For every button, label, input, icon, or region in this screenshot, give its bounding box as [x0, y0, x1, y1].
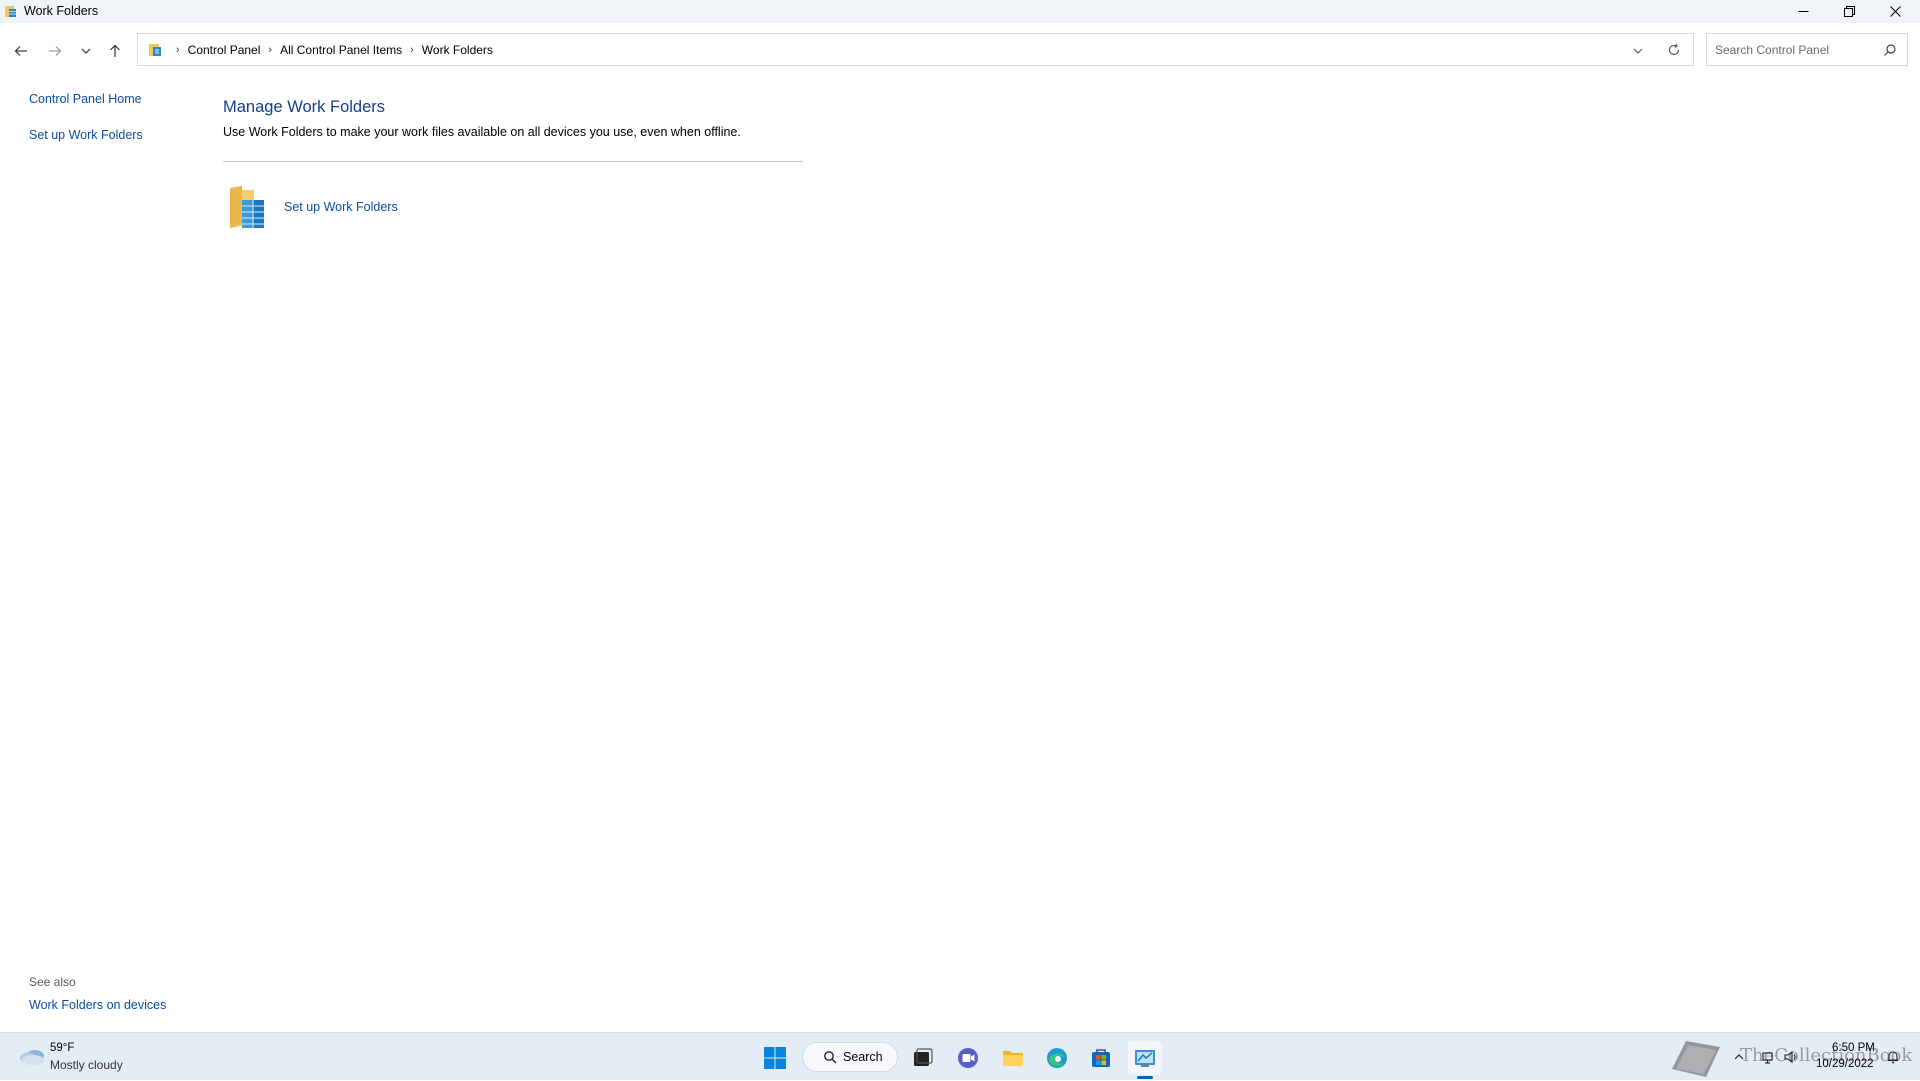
- close-icon: [1889, 6, 1901, 17]
- refresh-icon[interactable]: [1667, 43, 1681, 57]
- search-box[interactable]: [1706, 33, 1908, 66]
- clock-time[interactable]: 6:50 PM: [1832, 1042, 1875, 1054]
- control-panel-icon: [1135, 1050, 1155, 1067]
- breadcrumb-work-folders[interactable]: Work Folders: [422, 43, 493, 57]
- active-app-indicator: [1137, 1076, 1153, 1079]
- network-icon[interactable]: [1762, 1050, 1776, 1064]
- arrow-right-icon: [49, 46, 62, 56]
- notifications-icon[interactable]: [1886, 1050, 1900, 1064]
- chat-icon: [958, 1048, 978, 1068]
- weather-description[interactable]: Mostly cloudy: [50, 1058, 123, 1072]
- breadcrumb-separator-icon: ›: [176, 44, 180, 56]
- work-folders-icon: [5, 6, 16, 17]
- breadcrumb: › Control Panel › All Control Panel Item…: [168, 43, 493, 57]
- search-input[interactable]: [1713, 40, 1873, 60]
- set-up-work-folders-link[interactable]: Set up Work Folders: [284, 200, 398, 214]
- taskbar-search-label: Search: [843, 1050, 883, 1064]
- arrow-up-icon: [110, 44, 120, 57]
- edge-browser-icon: [1047, 1048, 1067, 1068]
- breadcrumb-separator-icon[interactable]: ›: [268, 44, 272, 56]
- page-title: Manage Work Folders: [223, 98, 386, 116]
- store-button[interactable]: [1084, 1041, 1118, 1075]
- address-bar[interactable]: › Control Panel › All Control Panel Item…: [137, 33, 1694, 66]
- volume-icon[interactable]: [1784, 1050, 1798, 1064]
- breadcrumb-separator-icon[interactable]: ›: [410, 44, 414, 56]
- windows-logo-icon: [764, 1047, 786, 1069]
- title-bar[interactable]: Work Folders: [0, 0, 1920, 23]
- back-button[interactable]: [10, 40, 32, 62]
- work-folders-large-icon[interactable]: [228, 184, 268, 230]
- microsoft-store-icon: [1092, 1049, 1110, 1067]
- address-history-chevron-icon[interactable]: [1631, 44, 1645, 58]
- set-up-work-folders-side-link[interactable]: Set up Work Folders: [29, 128, 143, 142]
- control-panel-home-link[interactable]: Control Panel Home: [29, 92, 142, 106]
- control-panel-taskbar-button[interactable]: [1128, 1041, 1162, 1075]
- control-panel-icon: [149, 44, 161, 56]
- search-icon[interactable]: [1883, 43, 1897, 57]
- breadcrumb-control-panel[interactable]: Control Panel: [188, 43, 261, 57]
- file-explorer-button[interactable]: [996, 1041, 1030, 1075]
- forward-button[interactable]: [44, 40, 66, 62]
- minimize-icon: [1798, 11, 1808, 12]
- taskbar-search-button[interactable]: Search: [802, 1042, 898, 1072]
- start-button[interactable]: [758, 1041, 792, 1075]
- control-panel-window: Work Folders › Control Panel › All Contr…: [0, 0, 1920, 1032]
- file-explorer-icon: [1003, 1051, 1023, 1066]
- cloudy-weather-icon[interactable]: [18, 1043, 46, 1067]
- chat-button[interactable]: [951, 1041, 985, 1075]
- window-title: Work Folders: [24, 4, 99, 18]
- chevron-down-icon: [81, 48, 91, 54]
- restore-button[interactable]: [1826, 0, 1872, 23]
- taskbar: 59°F Mostly cloudy Search TheCollectionB…: [0, 1032, 1920, 1080]
- weather-temperature[interactable]: 59°F: [50, 1042, 74, 1054]
- task-view-button[interactable]: [906, 1041, 940, 1075]
- search-icon: [824, 1051, 837, 1064]
- chevron-up-icon[interactable]: [1732, 1050, 1746, 1064]
- edge-button[interactable]: [1040, 1041, 1074, 1075]
- arrow-left-icon: [14, 46, 27, 56]
- up-button[interactable]: [104, 40, 126, 62]
- close-button[interactable]: [1872, 0, 1918, 23]
- clock-date[interactable]: 10/29/2022: [1816, 1058, 1874, 1070]
- restore-icon: [1843, 6, 1855, 17]
- breadcrumb-all-items[interactable]: All Control Panel Items: [280, 43, 402, 57]
- task-view-icon: [914, 1048, 933, 1066]
- left-pane: Control Panel Home Set up Work Folders: [0, 72, 205, 1032]
- divider: [223, 161, 803, 162]
- work-folders-on-devices-link[interactable]: Work Folders on devices: [29, 998, 166, 1012]
- page-description: Use Work Folders to make your work files…: [223, 125, 741, 139]
- minimize-button[interactable]: [1780, 0, 1826, 23]
- see-also-label: See also: [29, 975, 76, 989]
- recent-locations-button[interactable]: [75, 40, 97, 62]
- navigation-bar: › Control Panel › All Control Panel Item…: [0, 28, 1920, 72]
